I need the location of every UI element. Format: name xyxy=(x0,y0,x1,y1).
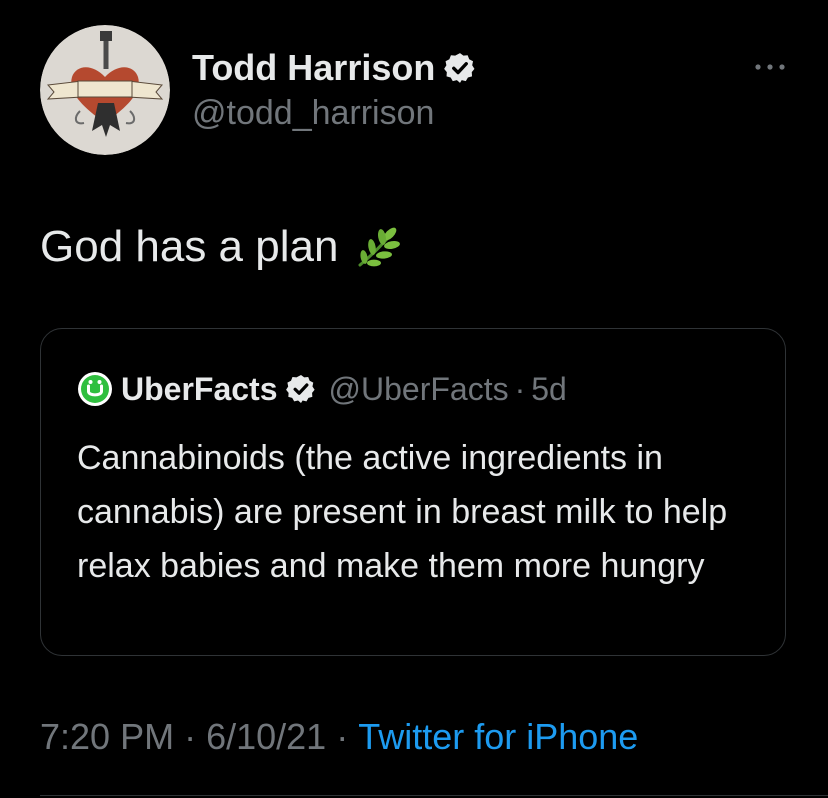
tweet-text-content: God has a plan xyxy=(40,222,339,271)
more-dots-icon xyxy=(755,64,785,70)
quoted-tweet-card[interactable]: UberFacts @UberFacts · 5d Cannabinoids (… xyxy=(40,328,786,656)
quoted-tweet-text: Cannabinoids (the active ingredients in … xyxy=(77,439,728,585)
herb-icon xyxy=(354,225,402,269)
quoted-handle[interactable]: @UberFacts xyxy=(329,371,509,408)
meta-separator: · xyxy=(336,716,349,757)
quoted-separator: · xyxy=(514,370,526,407)
quoted-display-name[interactable]: UberFacts xyxy=(121,371,278,408)
avatar[interactable] xyxy=(40,25,170,155)
author-display-name[interactable]: Todd Harrison xyxy=(192,47,435,89)
tom-petty-heart-guitar-avatar-icon xyxy=(40,25,170,155)
quoted-timestamp[interactable]: 5d xyxy=(531,371,567,408)
uberfacts-logo-icon[interactable] xyxy=(77,371,113,407)
verified-badge-icon xyxy=(443,51,477,85)
meta-separator: · xyxy=(184,716,197,757)
quoted-tweet-header: UberFacts @UberFacts · 5d xyxy=(77,369,567,409)
quoted-verified-badge-icon xyxy=(285,373,317,405)
author-handle[interactable]: @todd_harrison xyxy=(192,94,434,133)
more-options-button[interactable] xyxy=(752,52,788,82)
author-name-row: Todd Harrison xyxy=(192,46,477,90)
tweet-date[interactable]: 6/10/21 xyxy=(206,716,326,758)
divider xyxy=(40,795,828,796)
tweet-text: God has a plan xyxy=(40,222,402,272)
tweet-time[interactable]: 7:20 PM xyxy=(40,716,174,758)
tweet-meta: 7:20 PM · 6/10/21 · Twitter for iPhone xyxy=(40,716,638,758)
tweet-source-link[interactable]: Twitter for iPhone xyxy=(358,716,638,758)
